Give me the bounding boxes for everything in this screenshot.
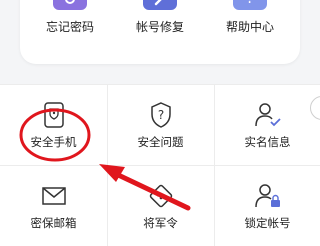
security-phone-label: 安全手机: [30, 135, 77, 149]
token-icon: [147, 181, 175, 211]
lock-account-item[interactable]: 锁定帐号: [214, 165, 320, 246]
real-name-item[interactable]: 实名信息: [214, 84, 320, 165]
help-center-label: 帮助中心: [225, 20, 274, 34]
account-repair-button[interactable]: 帐号修复: [115, 0, 205, 64]
security-question-item[interactable]: ? 安全问题: [107, 84, 214, 165]
wrench-icon: [143, 0, 177, 10]
token-label: 将军令: [143, 216, 178, 230]
svg-text:?: ?: [157, 108, 163, 122]
forgot-password-button[interactable]: 忘记密码: [25, 0, 115, 64]
real-name-label: 实名信息: [244, 135, 291, 149]
lock-refresh-icon: [53, 0, 87, 10]
question-icon: ?: [233, 0, 267, 10]
top-shortcuts-card: 忘记密码 帐号修复 ? 帮助中心: [20, 0, 300, 64]
help-center-button[interactable]: ? 帮助中心: [205, 0, 295, 64]
security-phone-item[interactable]: 安全手机: [0, 84, 107, 165]
svg-text:?: ?: [246, 0, 254, 6]
mail-icon: [40, 181, 68, 211]
security-email-item[interactable]: 密保邮箱: [0, 165, 107, 246]
security-email-label: 密保邮箱: [30, 216, 77, 230]
forgot-password-label: 忘记密码: [45, 20, 94, 34]
account-repair-label: 帐号修复: [135, 20, 184, 34]
security-question-label: 安全问题: [137, 135, 184, 149]
token-item[interactable]: 将军令: [107, 165, 214, 246]
user-lock-icon: [254, 181, 282, 211]
lock-account-label: 锁定帐号: [244, 216, 291, 230]
question-shield-icon: ?: [147, 100, 175, 130]
phone-shield-icon: [40, 100, 68, 130]
user-check-icon: [254, 100, 282, 130]
